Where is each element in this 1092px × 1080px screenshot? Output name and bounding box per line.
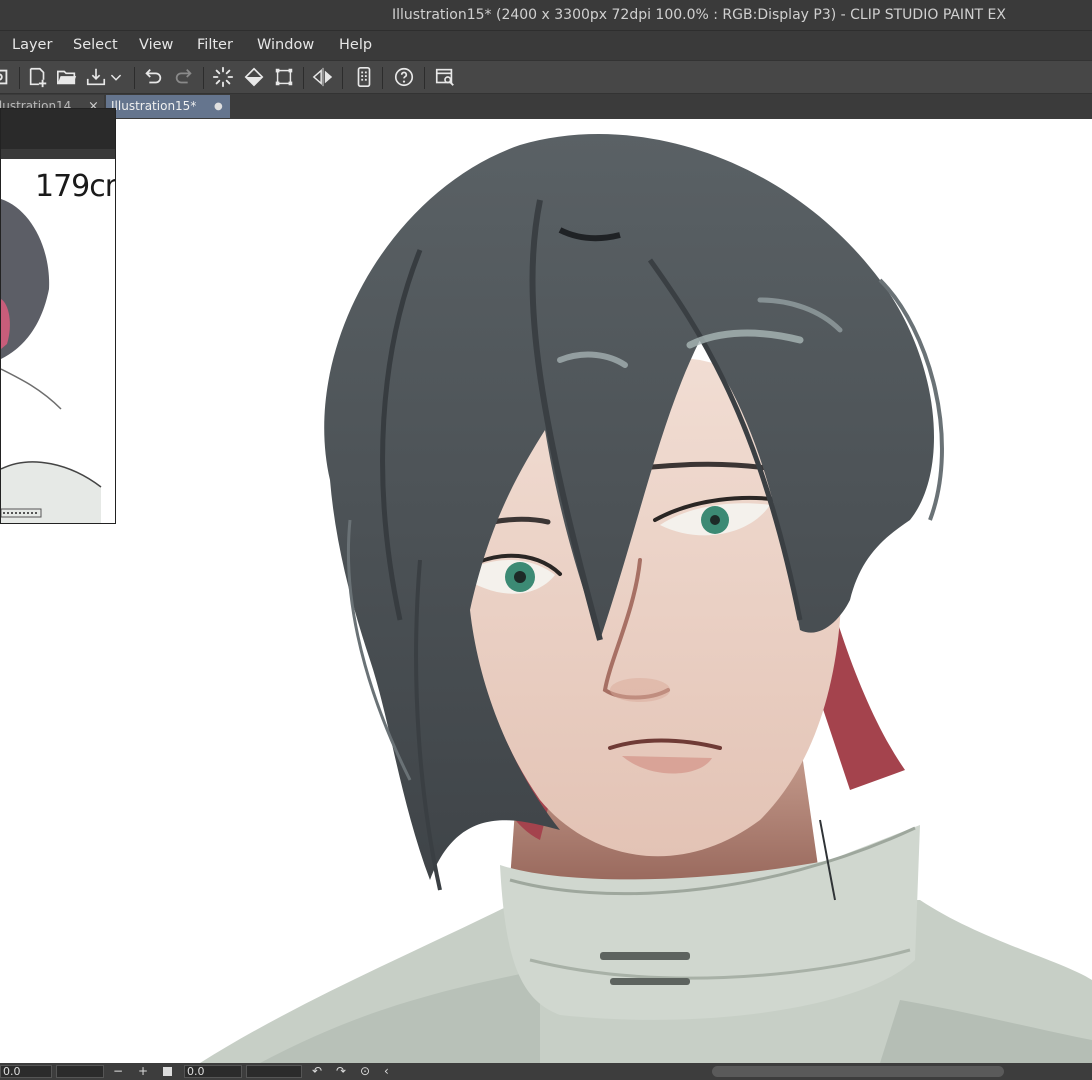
zoom-in-button[interactable]: + <box>138 1064 148 1078</box>
rotation-slider[interactable] <box>246 1065 302 1078</box>
zoom-field[interactable] <box>56 1065 104 1078</box>
menu-view[interactable]: View <box>139 37 173 53</box>
menu-filter[interactable]: Filter <box>197 37 233 53</box>
screen-capture-icon[interactable] <box>433 65 457 89</box>
scroll-left-icon[interactable]: ‹ <box>384 1064 389 1078</box>
rotation-field[interactable]: 0.0 <box>184 1065 242 1078</box>
undo-icon[interactable] <box>141 65 165 89</box>
status-bar: 0.0 − + 0.0 ↶ ↷ ⊙ ‹ <box>0 1063 1092 1080</box>
dropdown-chevron-icon[interactable] <box>109 65 123 89</box>
redo-icon[interactable] <box>172 65 196 89</box>
zoom-out-button[interactable]: − <box>113 1064 123 1078</box>
command-bar <box>0 60 1092 94</box>
fill-icon[interactable] <box>242 65 266 89</box>
menu-bar: Layer Select View Filter Window Help <box>0 30 1092 60</box>
toolbar-separator <box>424 67 425 89</box>
illustration-artwork <box>200 134 1092 1063</box>
smartphone-icon[interactable] <box>352 65 376 89</box>
toolbar-separator <box>303 67 304 89</box>
partial-icon[interactable] <box>0 65 12 89</box>
menu-layer[interactable]: Layer <box>12 37 52 53</box>
window-title: Illustration15* (2400 x 3300px 72dpi 100… <box>392 7 1006 23</box>
new-canvas-icon[interactable] <box>26 65 50 89</box>
rotate-right-icon[interactable]: ↷ <box>336 1064 346 1078</box>
toolbar-separator <box>203 67 204 89</box>
tab-label: Illustration15* <box>111 99 197 113</box>
reference-image-window[interactable]: 179cm <box>0 108 116 524</box>
menu-select[interactable]: Select <box>73 37 118 53</box>
horizontal-scrollbar[interactable] <box>712 1066 1004 1077</box>
toolbar-separator <box>134 67 135 89</box>
export-icon[interactable] <box>84 65 108 89</box>
rotate-left-icon[interactable]: ↶ <box>312 1064 322 1078</box>
help-icon[interactable] <box>392 65 416 89</box>
toolbar-separator <box>382 67 383 89</box>
position-field[interactable]: 0.0 <box>0 1065 52 1078</box>
unsaved-indicator-icon: ● <box>214 101 223 112</box>
flip-horizontal-icon[interactable] <box>311 65 335 89</box>
document-tab-bar: Illustration14 × Illustration15* ● <box>0 94 1092 119</box>
menu-window[interactable]: Window <box>257 37 314 53</box>
stop-icon[interactable] <box>163 1067 172 1076</box>
toolbar-separator <box>19 67 20 89</box>
toolbar-separator <box>342 67 343 89</box>
reset-rotation-icon[interactable]: ⊙ <box>360 1064 370 1078</box>
drawing-canvas[interactable] <box>0 119 1092 1063</box>
loading-spinner-icon[interactable] <box>211 65 235 89</box>
menu-help[interactable]: Help <box>339 37 372 53</box>
open-folder-icon[interactable] <box>55 65 79 89</box>
title-bar: Illustration15* (2400 x 3300px 72dpi 100… <box>0 0 1092 30</box>
tab-illustration15[interactable]: Illustration15* ● <box>106 95 230 118</box>
reference-sketch <box>1 149 115 523</box>
transform-icon[interactable] <box>272 65 296 89</box>
